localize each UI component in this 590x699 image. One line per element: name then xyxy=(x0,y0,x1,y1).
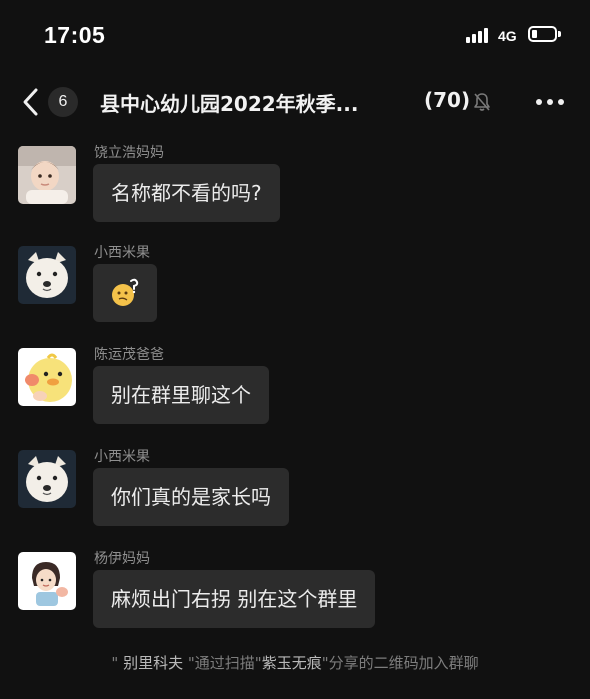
chat-title[interactable]: 县中心幼儿园2022年秋季... xyxy=(100,88,358,117)
avatar[interactable] xyxy=(18,246,76,304)
signal-strength-icon xyxy=(466,27,492,43)
status-bar: 17:05 4G xyxy=(0,0,590,70)
mute-bell-icon xyxy=(473,92,491,112)
avatar[interactable] xyxy=(18,348,76,406)
back-button[interactable] xyxy=(18,84,48,120)
notice-sharer-name[interactable]: 紫玉无痕 xyxy=(262,654,322,672)
network-type: 4G xyxy=(498,28,517,44)
more-options-button[interactable] xyxy=(533,92,567,112)
system-join-notice: " 别里科夫 "通过扫描"紫玉无痕"分享的二维码加入群聊 xyxy=(0,652,590,673)
sender-name: 陈运茂爸爸 xyxy=(94,347,164,363)
message-bubble[interactable]: 别在群里聊这个 xyxy=(93,366,269,424)
battery-level-fill xyxy=(532,30,537,38)
status-time: 17:05 xyxy=(44,22,106,48)
duck-avatar-icon xyxy=(18,348,76,406)
message-bubble[interactable]: 名称都不看的吗? xyxy=(93,164,280,222)
baby-avatar-icon xyxy=(18,146,76,204)
dog-avatar-icon xyxy=(18,246,76,304)
sender-name: 小西米果 xyxy=(94,449,150,465)
sender-name: 小西米果 xyxy=(94,245,150,261)
unread-count-badge[interactable]: 6 xyxy=(48,87,78,117)
avatar[interactable] xyxy=(18,146,76,204)
battery-tip xyxy=(558,31,561,37)
dog-avatar-icon xyxy=(18,450,76,508)
chat-header: 6 县中心幼儿园2022年秋季... (70) xyxy=(0,70,590,134)
sender-name: 杨伊妈妈 xyxy=(94,551,150,567)
battery-icon xyxy=(528,26,557,42)
notice-text: "通过扫描" xyxy=(187,654,262,672)
more-dots-icon xyxy=(536,99,564,105)
message-bubble-sticker[interactable] xyxy=(93,264,157,322)
notice-text-end: "分享的二维码加入群聊 xyxy=(321,654,479,672)
avatar[interactable] xyxy=(18,552,76,610)
message-list[interactable]: 饶立浩妈妈 名称都不看的吗? 小西米果 陈运茂爸爸 别在群里聊这个 小西米果 你… xyxy=(0,134,590,644)
avatar[interactable] xyxy=(18,450,76,508)
notice-inviter-name[interactable]: 别里科夫 xyxy=(123,654,183,672)
chevron-left-icon xyxy=(23,88,38,116)
message-bubble[interactable]: 麻烦出门右拐 别在这个群里 xyxy=(93,570,376,628)
girl-cartoon-avatar-icon xyxy=(18,552,76,610)
member-count[interactable]: (70) xyxy=(424,88,470,112)
sender-name: 饶立浩妈妈 xyxy=(94,145,164,161)
message-bubble[interactable]: 你们真的是家长吗 xyxy=(93,468,289,526)
confused-face-emoji-icon xyxy=(112,278,139,306)
notice-quote: " xyxy=(111,654,119,672)
